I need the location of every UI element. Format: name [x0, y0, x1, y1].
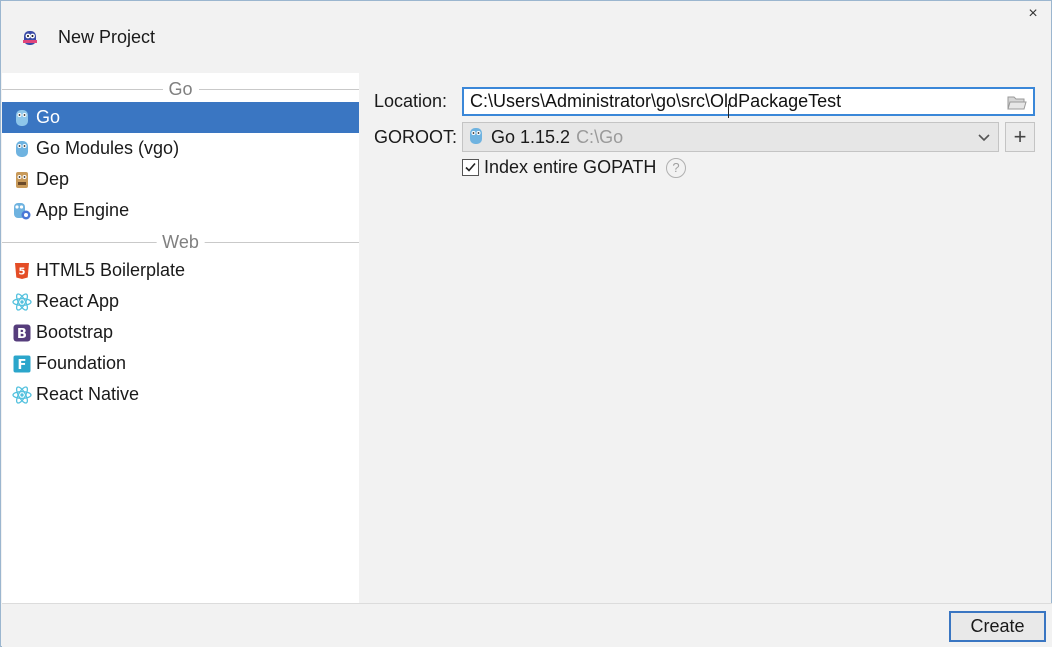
- html5-icon: 5: [12, 261, 32, 281]
- sidebar-item-html5-boilerplate[interactable]: 5 HTML5 Boilerplate: [2, 255, 359, 286]
- react-icon: [12, 385, 32, 405]
- project-type-list: Go Go Go Modules (vgo) Dep App Engine We…: [2, 73, 359, 603]
- dep-icon: [12, 170, 32, 190]
- index-gopath-label: Index entire GOPATH: [484, 157, 657, 177]
- sidebar-item-label: HTML5 Boilerplate: [36, 260, 186, 280]
- gopher-icon: [469, 127, 485, 147]
- sidebar-item-go-modules[interactable]: Go Modules (vgo): [2, 133, 359, 164]
- project-settings-form: Location: C:\Users\Administrator\go\src\…: [359, 73, 1051, 603]
- location-label: Location:: [374, 91, 448, 111]
- svg-text:F: F: [18, 358, 27, 373]
- goroot-select[interactable]: Go 1.15.2 C:\Go: [462, 122, 999, 152]
- svg-text:B: B: [17, 327, 27, 342]
- sidebar-item-label: React App: [36, 291, 120, 311]
- text-cursor: [728, 104, 729, 118]
- create-button[interactable]: Create: [949, 611, 1046, 642]
- gopher-icon: [12, 108, 32, 128]
- window-title: New Project: [58, 27, 156, 47]
- close-button[interactable]: ×: [1019, 3, 1047, 25]
- sidebar-item-label: Bootstrap: [36, 322, 114, 342]
- sidebar-item-label: Dep: [36, 169, 70, 189]
- sidebar-item-app-engine[interactable]: App Engine: [2, 195, 359, 226]
- sidebar-item-go[interactable]: Go: [2, 102, 359, 133]
- bootstrap-icon: B: [12, 323, 32, 343]
- sidebar-item-foundation[interactable]: F Foundation: [2, 348, 359, 379]
- sidebar-item-label: Go: [36, 107, 61, 127]
- svg-text:5: 5: [19, 266, 26, 277]
- group-label: Go: [162, 79, 199, 99]
- help-icon[interactable]: ?: [666, 158, 686, 178]
- goroot-path: C:\Go: [576, 126, 624, 147]
- group-header-go: Go: [2, 79, 359, 99]
- location-value: C:\Users\Administrator\go\src\OldPackage…: [470, 91, 842, 111]
- goroot-version: Go 1.15.2: [491, 126, 571, 147]
- sidebar-item-dep[interactable]: Dep: [2, 164, 359, 195]
- location-input[interactable]: C:\Users\Administrator\go\src\OldPackage…: [462, 87, 1035, 116]
- goroot-label: GOROOT:: [374, 127, 458, 147]
- gopher-icon: [12, 139, 32, 159]
- sidebar-item-react-app[interactable]: React App: [2, 286, 359, 317]
- chevron-down-icon: [976, 129, 992, 145]
- index-gopath-checkbox[interactable]: [462, 159, 479, 176]
- foundation-icon: F: [12, 354, 32, 374]
- title-bar: New Project ×: [1, 1, 1051, 73]
- sidebar-item-label: Foundation: [36, 353, 127, 373]
- sidebar-item-label: React Native: [36, 384, 140, 404]
- sidebar-item-bootstrap[interactable]: B Bootstrap: [2, 317, 359, 348]
- dialog-footer: Create: [2, 603, 1052, 647]
- sidebar-item-label: Go Modules (vgo): [36, 138, 180, 158]
- sidebar-item-react-native[interactable]: React Native: [2, 379, 359, 410]
- new-project-dialog: New Project × Go Go Go Modules (vgo) Dep: [0, 0, 1052, 647]
- sidebar-item-label: App Engine: [36, 200, 130, 220]
- folder-open-icon[interactable]: [1007, 93, 1027, 110]
- group-label: Web: [156, 232, 205, 252]
- goland-app-icon: [21, 29, 39, 47]
- group-header-web: Web: [2, 232, 359, 252]
- app-engine-icon: [12, 201, 32, 221]
- add-sdk-button[interactable]: +: [1005, 122, 1035, 152]
- react-icon: [12, 292, 32, 312]
